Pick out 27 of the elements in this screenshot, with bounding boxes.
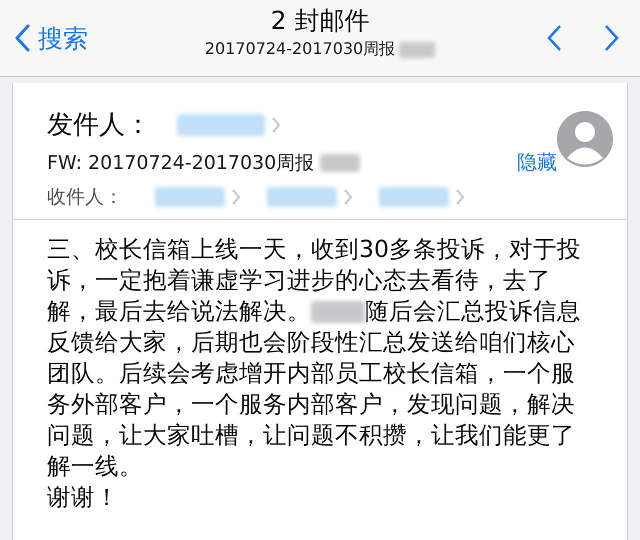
nav-title: 2 封邮件 — [270, 5, 370, 37]
nav-subtitle: 20170724-2017030周报 — [204, 39, 396, 60]
back-chevron-icon — [14, 24, 30, 52]
body-text-line: 随后会汇总投诉信息 — [365, 296, 581, 327]
chevron-icon — [231, 188, 241, 206]
chevron-icon — [455, 188, 465, 206]
chevron-icon — [271, 116, 281, 134]
closing-text: 谢谢！ — [47, 482, 119, 513]
body-text-line: 解一线。 — [47, 451, 143, 482]
body-text-line: 问题，让大家吐槽，让问题不积攒，让我们能更了 — [47, 420, 575, 451]
back-button[interactable]: 搜索 — [14, 22, 88, 54]
hide-link[interactable]: 隐藏 — [517, 149, 557, 176]
chevron-icon — [343, 188, 353, 206]
chevron-left-icon — [546, 24, 562, 52]
body-text-line: 诉，一定抱着谦虚学习进步的心态去看待，去了 — [47, 265, 551, 296]
previous-message-button[interactable] — [546, 24, 562, 52]
next-message-button[interactable] — [604, 24, 620, 52]
subject-text: FW: 20170724-2017030周报 — [47, 151, 314, 176]
body-text-line: 反馈给大家，后期也会阶段性汇总发送给咱们核心 — [47, 327, 575, 358]
sender-label: 发件人： — [47, 109, 151, 142]
body-text-line: 务外部客户，一个服务内部客户，发现问题，解决 — [47, 389, 575, 420]
body-text-line: 三、校长信箱上线一天，收到30多条投诉，对于投 — [47, 234, 581, 265]
chevron-right-icon — [604, 24, 620, 52]
body-text-line: 解，最后去给说法解决。 — [47, 296, 311, 327]
recipients-label: 收件人： — [47, 185, 123, 210]
avatar-icon — [557, 111, 613, 167]
body-text-line: 团队。后续会考虑增开内部员工校长信箱，一个服 — [47, 358, 575, 389]
